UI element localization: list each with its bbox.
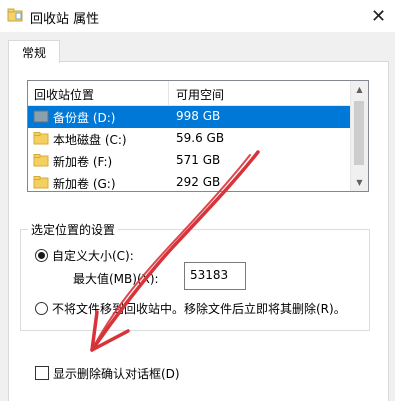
custom-size-radio[interactable] <box>35 249 48 262</box>
list-item[interactable]: 本地磁盘 (C:) 59.6 GB <box>28 128 350 150</box>
recycle-location-list[interactable]: 回收站位置 可用空间 备份盘 (D:) 998 GB 本地磁盘 (C:) 59.… <box>27 80 369 192</box>
scroll-thumb[interactable] <box>354 101 364 165</box>
list-item[interactable]: 新加卷 (F:) 571 GB <box>28 150 350 172</box>
list-scrollbar[interactable]: ▲ ▼ <box>350 81 368 191</box>
delete-immediately-radio[interactable] <box>35 302 48 315</box>
location-name: 新加卷 (G:) <box>53 177 116 191</box>
location-name: 新加卷 (F:) <box>53 155 113 169</box>
confirm-delete-checkbox[interactable] <box>35 366 49 380</box>
list-item[interactable]: 新加卷 (G:) 292 GB <box>28 172 350 191</box>
free-space: 59.6 GB <box>176 131 225 145</box>
folder-icon <box>33 176 49 189</box>
location-name: 本地磁盘 (C:) <box>53 133 127 147</box>
window-title: 回收站 属性 <box>30 12 100 27</box>
scroll-up-arrow-icon[interactable]: ▲ <box>351 81 368 98</box>
drive-icon <box>33 110 49 123</box>
folder-icon <box>33 154 49 167</box>
free-space: 292 GB <box>176 175 221 189</box>
column-header-location[interactable]: 回收站位置 <box>34 86 94 103</box>
column-header-free-space[interactable]: 可用空间 <box>176 86 224 103</box>
confirm-delete-label: 显示删除确认对话框(D) <box>53 367 180 381</box>
free-space: 998 GB <box>176 109 221 123</box>
free-space: 571 GB <box>176 153 221 167</box>
delete-immediately-label: 不将文件移到回收站中。移除文件后立即将其删除(R)。 <box>52 302 346 316</box>
location-name: 备份盘 (D:) <box>53 111 116 125</box>
max-size-field[interactable]: 53183 <box>184 262 246 290</box>
list-item[interactable]: 备份盘 (D:) 998 GB <box>28 106 350 128</box>
custom-size-label: 自定义大小(C): <box>52 249 134 263</box>
recycle-bin-icon <box>7 8 23 22</box>
settings-group-title: 选定位置的设置 <box>28 221 119 238</box>
close-button[interactable]: ✕ <box>362 0 395 32</box>
folder-icon <box>33 132 49 145</box>
title-bar: 回收站 属性 ✕ <box>0 0 395 32</box>
max-size-value: 53183 <box>190 268 229 282</box>
column-divider <box>168 81 169 105</box>
tab-general[interactable]: 常规 <box>8 40 60 63</box>
scroll-down-arrow-icon[interactable]: ▼ <box>351 174 368 191</box>
radio-selected-dot <box>38 252 45 259</box>
max-size-label: 最大值(MB)(X): <box>73 272 159 286</box>
list-header: 回收站位置 可用空间 <box>28 81 350 106</box>
